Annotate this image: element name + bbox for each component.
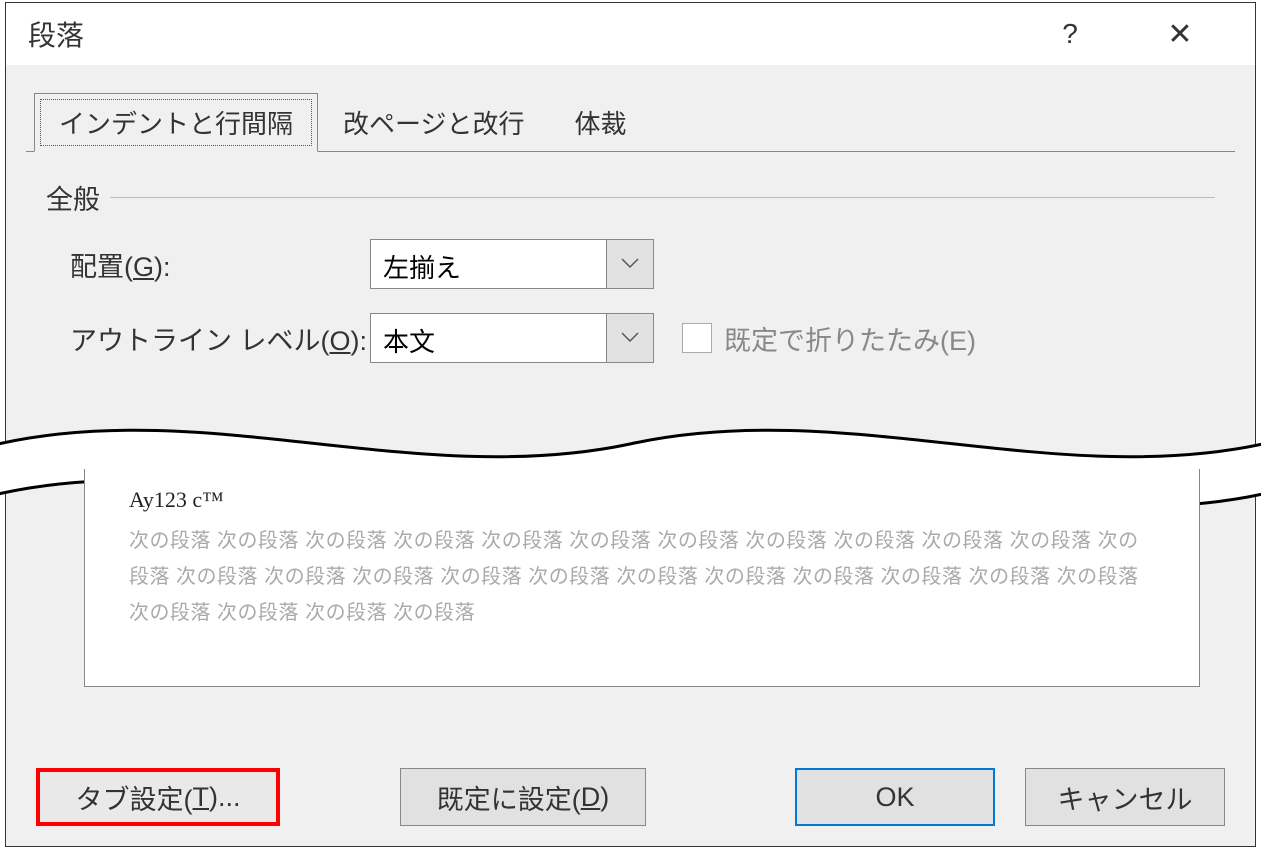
tab-panel: 全般 配置(G): 左揃え アウトライン レベル(O):	[26, 151, 1235, 397]
tab-asian-typography[interactable]: 体裁	[550, 93, 652, 152]
chevron-down-icon	[606, 240, 653, 288]
preview-box: Ay123 c™ 次の段落 次の段落 次の段落 次の段落 次の段落 次の段落 次…	[84, 469, 1200, 687]
tab-strip: インデントと行間隔 改ページと改行 体裁	[34, 93, 1235, 152]
close-button[interactable]: ✕	[1145, 17, 1215, 52]
collapse-by-default-checkbox: 既定で折りたたみ(E)	[682, 319, 976, 358]
preview-next-paragraph: 次の段落 次の段落 次の段落 次の段落 次の段落 次の段落 次の段落 次の段落 …	[129, 523, 1155, 631]
dialog-title: 段落	[28, 14, 1035, 54]
help-button[interactable]: ?	[1035, 18, 1105, 50]
tab-indent-spacing[interactable]: インデントと行間隔	[34, 93, 318, 152]
ok-button[interactable]: OK	[795, 768, 995, 826]
tab-page-break[interactable]: 改ページと改行	[318, 93, 549, 152]
tabs-settings-button[interactable]: タブ設定(T)...	[36, 768, 280, 826]
collapse-label: 既定で折りたたみ(E)	[724, 319, 976, 358]
dialog-footer: タブ設定(T)... 既定に設定(D) OK キャンセル	[6, 768, 1255, 826]
alignment-label: 配置(G):	[70, 245, 370, 284]
row-alignment: 配置(G): 左揃え	[70, 239, 1215, 289]
paragraph-dialog: 段落 ? ✕ インデントと行間隔 改ページと改行 体裁 全般 配置(G): 左揃…	[5, 2, 1256, 847]
dialog-body: インデントと行間隔 改ページと改行 体裁 全般 配置(G): 左揃え	[6, 65, 1255, 397]
outline-combo[interactable]: 本文	[370, 313, 654, 363]
section-general: 全般	[46, 178, 1215, 217]
section-general-label: 全般	[46, 178, 100, 217]
divider	[110, 197, 1215, 198]
checkbox-box	[682, 323, 712, 353]
cancel-button[interactable]: キャンセル	[1025, 768, 1225, 826]
alignment-combo[interactable]: 左揃え	[370, 239, 654, 289]
alignment-value: 左揃え	[371, 240, 606, 288]
chevron-down-icon	[606, 314, 653, 362]
outline-label: アウトライン レベル(O):	[70, 319, 370, 358]
set-default-button[interactable]: 既定に設定(D)	[400, 768, 646, 826]
preview-sample-text: Ay123 c™	[129, 487, 1155, 513]
titlebar: 段落 ? ✕	[6, 3, 1255, 65]
outline-value: 本文	[371, 314, 606, 362]
row-outline-level: アウトライン レベル(O): 本文 既定で折りたたみ(E)	[70, 313, 1215, 363]
